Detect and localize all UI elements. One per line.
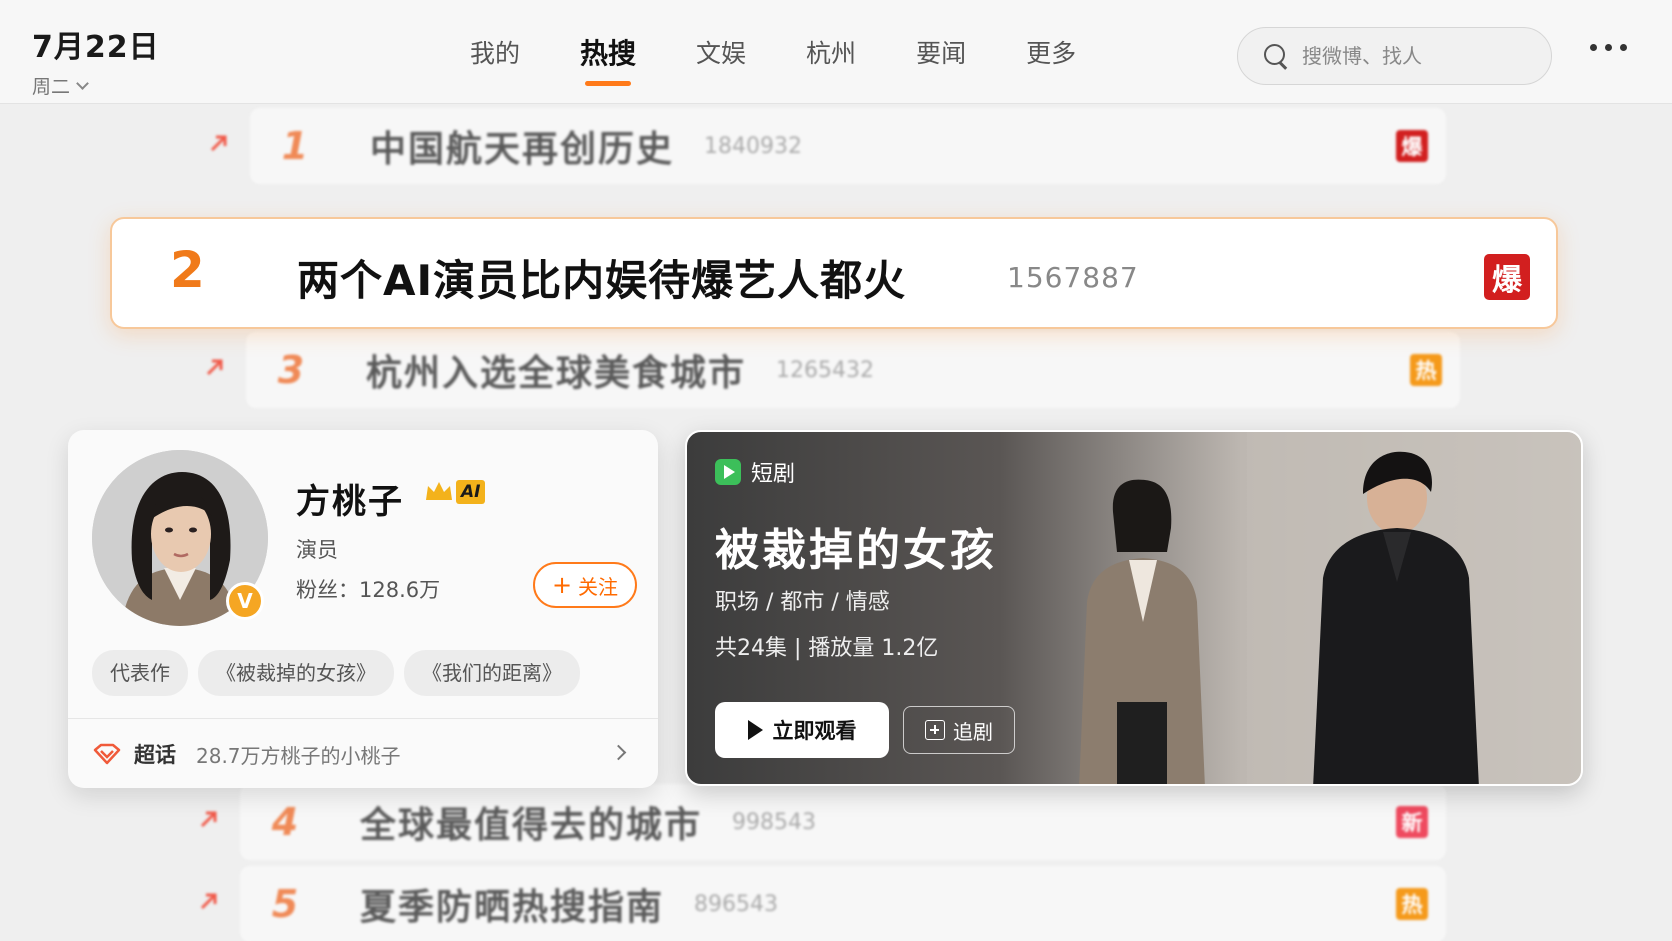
works-list: 代表作 《被裁掉的女孩》 《我们的距离》 (92, 650, 580, 696)
work-chip[interactable]: 《我们的距离》 (404, 650, 580, 696)
date-label: 7月22日 (32, 30, 160, 65)
trend-up-icon (206, 359, 223, 376)
search-icon (1264, 44, 1288, 68)
profile-card: V 方桃子 AI 演员 粉丝：128.6万 + 关注 代表作 《被裁掉的女孩》 … (68, 430, 658, 788)
trend-up-icon (200, 893, 217, 910)
drama-genres: 职场 / 都市 / 情感 (715, 590, 890, 615)
divider (68, 718, 658, 719)
weekday-label: 周二 (32, 76, 71, 98)
tab-news[interactable]: 要闻 (916, 34, 966, 70)
short-drama-icon (715, 459, 741, 485)
heat-value: 1840932 (704, 133, 802, 159)
hot-badge: 热 (1410, 354, 1442, 386)
ai-tag: AI (456, 480, 486, 504)
topic-title: 杭州入选全球美食城市 (366, 353, 747, 394)
follow-drama-label: 追剧 (953, 719, 993, 744)
ai-badge: AI (424, 480, 486, 504)
new-badge: 新 (1396, 806, 1428, 838)
profile-fans: 粉丝：128.6万 (296, 578, 441, 602)
search-box[interactable] (1237, 27, 1552, 85)
tab-hangzhou[interactable]: 杭州 (806, 34, 856, 70)
verified-badge: V (226, 582, 264, 620)
trend-up-icon (210, 135, 227, 152)
super-topic-label: 超话 (134, 743, 176, 767)
heat-value: 998543 (732, 809, 816, 835)
chevron-down-icon (76, 76, 89, 90)
watch-now-label: 立即观看 (772, 719, 857, 743)
more-menu-icon[interactable] (1590, 44, 1627, 51)
follow-drama-button[interactable]: 追剧 (903, 706, 1015, 754)
profile-name[interactable]: 方桃子 (296, 474, 404, 523)
search-input[interactable] (1302, 44, 1542, 68)
topic-title: 全球最值得去的城市 (360, 805, 703, 846)
heat-value: 896543 (694, 891, 778, 917)
heat-value: 1567887 (1007, 261, 1139, 294)
list-item[interactable]: 4 全球最值得去的城市 998543 新 (200, 784, 1446, 860)
date-block[interactable]: 7月22日 周二 (32, 22, 160, 99)
trend-up-icon (200, 811, 217, 828)
list-item[interactable]: 1 中国航天再创历史 1840932 爆 (210, 108, 1446, 184)
chevron-right-icon (610, 744, 627, 761)
topic-title: 两个AI演员比内娱待爆艺人都火 (297, 256, 907, 305)
nav-tabs: 我的 热搜 文娱 杭州 要闻 更多 (470, 0, 1136, 104)
follow-button[interactable]: + 关注 (533, 562, 637, 608)
list-item[interactable]: 5 夏季防晒热搜指南 896543 热 (200, 866, 1446, 941)
work-chip[interactable]: 《被裁掉的女孩》 (198, 650, 394, 696)
crown-icon (426, 482, 452, 500)
short-drama-card[interactable]: 短剧 被裁掉的女孩 职场 / 都市 / 情感 共24集 | 播放量 1.2亿 立… (685, 430, 1583, 786)
top-bar: 7月22日 周二 我的 热搜 文娱 杭州 要闻 更多 (0, 0, 1672, 104)
super-topic-row[interactable]: 超话 28.7万方桃子的小桃子 (92, 732, 634, 776)
drama-stats: 共24集 | 播放量 1.2亿 (715, 636, 939, 661)
rank-number: 3 (277, 348, 305, 392)
rank-number: 5 (271, 882, 299, 926)
rank-number: 2 (170, 241, 205, 299)
hot-badge: 爆 (1396, 130, 1428, 162)
topic-title: 夏季防晒热搜指南 (360, 887, 665, 928)
rank-number: 4 (271, 800, 299, 844)
focused-hot-item[interactable]: 2 两个AI演员比内娱待爆艺人都火 1567887 爆 (110, 217, 1558, 329)
tab-more[interactable]: 更多 (1026, 34, 1076, 70)
list-item[interactable]: 3 杭州入选全球美食城市 1265432 热 (206, 332, 1460, 408)
topic-title: 中国航天再创历史 (370, 129, 675, 170)
plus-icon: + (551, 571, 573, 599)
follow-label: 关注 (578, 574, 619, 599)
super-topic-icon (93, 743, 121, 765)
hot-badge: 热 (1396, 888, 1428, 920)
drama-poster (1079, 432, 1581, 784)
tab-hot-search[interactable]: 热搜 (580, 32, 636, 86)
weekday-selector[interactable]: 周二 (32, 72, 160, 99)
heat-value: 1265432 (776, 357, 874, 383)
tab-entertainment[interactable]: 文娱 (696, 34, 746, 70)
drama-tag: 短剧 (715, 456, 795, 488)
works-label: 代表作 (92, 650, 188, 696)
drama-tag-label: 短剧 (751, 462, 796, 487)
super-topic-info: 28.7万方桃子的小桃子 (196, 743, 401, 768)
tab-mine[interactable]: 我的 (470, 34, 520, 70)
profile-role: 演员 (296, 538, 338, 562)
hot-badge: 爆 (1484, 254, 1530, 300)
play-icon (747, 720, 763, 740)
add-icon (925, 720, 945, 740)
rank-number: 1 (281, 124, 309, 168)
watch-now-button[interactable]: 立即观看 (715, 702, 889, 758)
drama-title: 被裁掉的女孩 (715, 525, 997, 576)
